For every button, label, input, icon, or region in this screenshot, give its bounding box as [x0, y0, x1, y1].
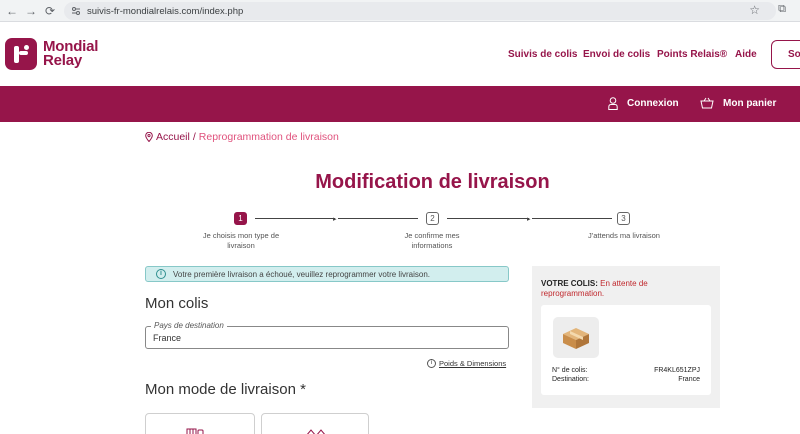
breadcrumb-current: Reprogrammation de livraison	[198, 131, 339, 143]
cart-link[interactable]: Mon panier	[700, 97, 776, 109]
poids-dimensions-link[interactable]: i Poids & Dimensions	[427, 359, 506, 368]
relay-shop-icon	[186, 428, 204, 434]
parcel-card: N° de colis: FR4KL651ZPJ Destination: Fr…	[541, 305, 711, 395]
chevron-right-icon: ▸	[333, 216, 337, 223]
delivery-mode-card-relay[interactable]	[145, 413, 255, 434]
site-settings-icon[interactable]	[70, 5, 82, 17]
logo[interactable]: Mondial Relay	[5, 38, 98, 70]
parcel-number-label: N° de colis:	[552, 367, 588, 374]
parcel-destination-value: France	[678, 376, 700, 383]
reload-icon[interactable]: ⟳	[40, 1, 60, 21]
step-3-label: J'attends ma livraison	[588, 231, 660, 240]
forward-icon[interactable]: →	[21, 1, 41, 21]
parcel-number-value: FR4KL651ZPJ	[654, 367, 700, 374]
cart-label: Mon panier	[723, 97, 777, 109]
step-connector	[255, 218, 335, 219]
nav-aide[interactable]: Aide	[735, 49, 757, 60]
parcel-summary-panel: VOTRE COLIS: En attente de reprogrammati…	[532, 266, 720, 408]
extensions-icon[interactable]: ⧉	[778, 3, 786, 16]
logo-text: Mondial Relay	[43, 38, 99, 69]
address-bar[interactable]: suivis-fr-mondialrelais.com/index.php	[64, 2, 776, 20]
info-icon: i	[156, 269, 166, 279]
logo-mark-icon	[5, 38, 37, 70]
back-icon[interactable]: ←	[2, 1, 22, 21]
info-icon: i	[427, 359, 436, 368]
header-cta-button[interactable]: Sol	[771, 40, 800, 69]
login-label: Connexion	[627, 98, 679, 109]
breadcrumb-home[interactable]: Accueil	[156, 131, 190, 143]
mode-livraison-heading: Mon mode de livraison *	[145, 381, 306, 398]
alert-text: Votre première livraison a échoué, veuil…	[173, 269, 430, 279]
site-header: Mondial Relay Suivis de colis Envoi de c…	[0, 22, 800, 86]
step-3-number: 3	[617, 212, 630, 225]
step-1-label: Je choisis mon type de livraison	[202, 231, 280, 250]
breadcrumb: Accueil / Reprogrammation de livraison	[145, 131, 339, 143]
delivery-mode-card-home[interactable]	[261, 413, 369, 434]
step-1-number: 1	[234, 212, 247, 225]
parcel-number-row: N° de colis: FR4KL651ZPJ	[552, 367, 700, 374]
poids-dimensions-label: Poids & Dimensions	[439, 359, 507, 368]
nav-points-relais[interactable]: Points Relais®	[657, 49, 727, 60]
bookmark-star-icon[interactable]: ☆	[749, 3, 760, 17]
parcel-destination-label: Destination:	[552, 376, 589, 383]
page-title: Modification de livraison	[315, 171, 550, 193]
url-text: suivis-fr-mondialrelais.com/index.php	[87, 5, 244, 17]
destination-field-label: Pays de destination	[151, 321, 227, 330]
parcel-destination-row: Destination: France	[552, 376, 700, 383]
info-alert: i Votre première livraison a échoué, veu…	[145, 266, 509, 282]
step-connector	[532, 218, 612, 219]
browser-toolbar: ← → ⟳ suivis-fr-mondialrelais.com/index.…	[0, 0, 800, 22]
parcel-status-label: VOTRE COLIS:	[541, 279, 598, 288]
basket-icon	[700, 97, 714, 109]
account-band: Connexion Mon panier	[0, 86, 800, 122]
step-2-label: Je confirme mes informations	[404, 231, 460, 250]
parcel-status: VOTRE COLIS: En attente de reprogrammati…	[541, 279, 711, 299]
destination-country-field[interactable]: Pays de destination France	[145, 321, 509, 349]
home-icon	[307, 429, 325, 434]
login-link[interactable]: Connexion	[608, 97, 679, 110]
step-connector	[447, 218, 529, 219]
chevron-right-icon: ▸	[527, 216, 531, 223]
destination-field-value: France	[153, 333, 182, 343]
step-connector	[338, 218, 418, 219]
nav-envoi-de-colis[interactable]: Envoi de colis	[583, 49, 650, 60]
parcel-box-icon	[553, 317, 599, 358]
step-2-number: 2	[426, 212, 439, 225]
nav-suivis-de-colis[interactable]: Suivis de colis	[508, 49, 577, 60]
breadcrumb-separator: /	[192, 131, 196, 143]
mon-colis-heading: Mon colis	[145, 295, 209, 312]
location-pin-icon	[145, 132, 153, 142]
user-icon	[608, 97, 618, 110]
